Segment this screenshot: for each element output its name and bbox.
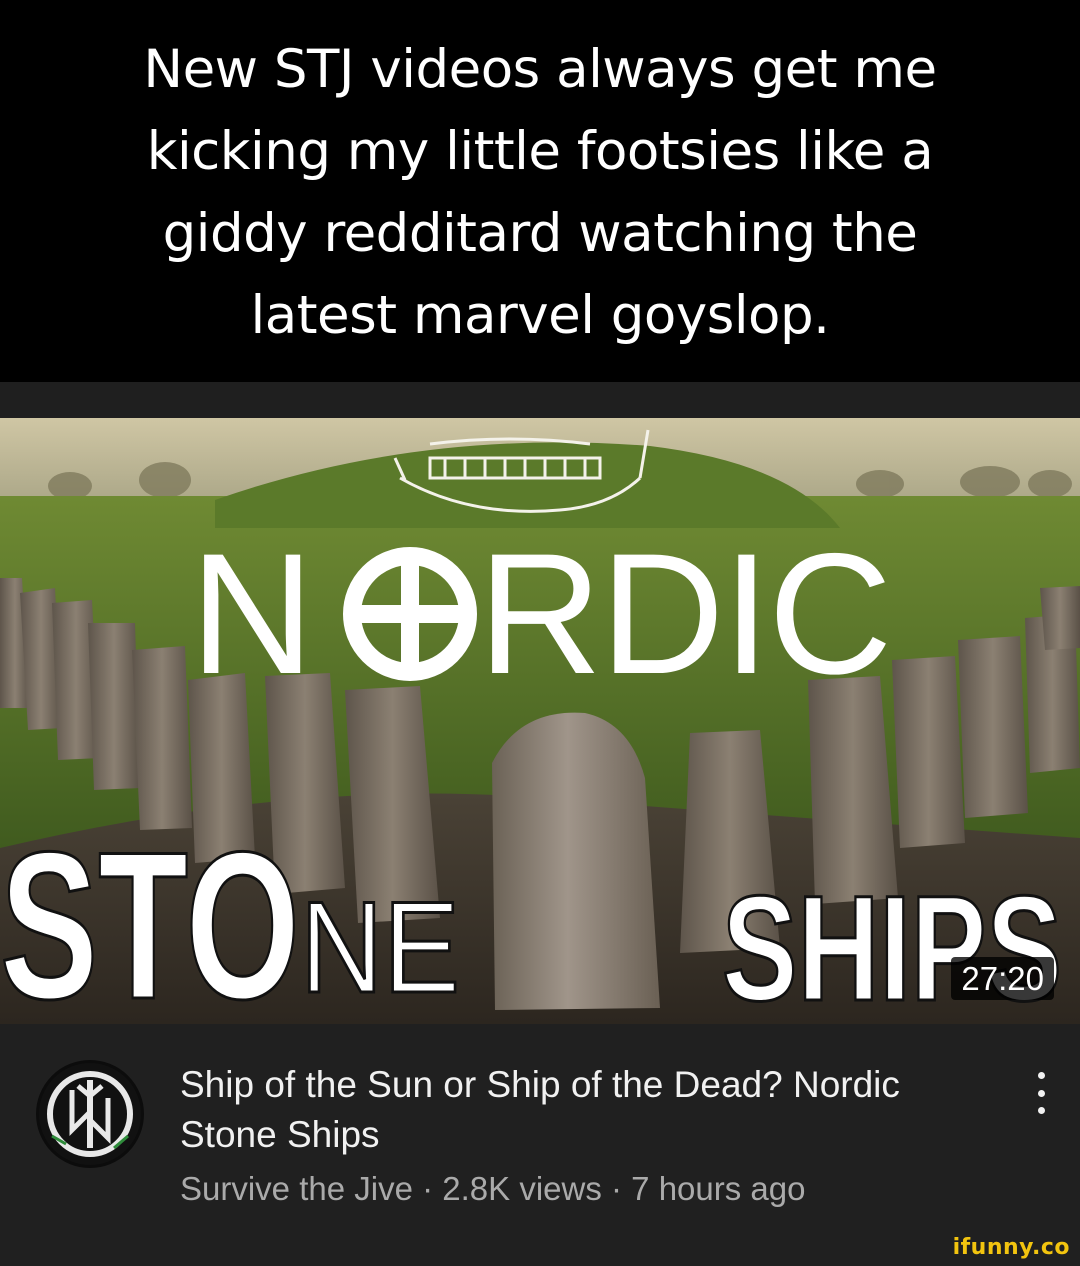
meta-separator: · [412,1170,443,1207]
svg-text:N: N [190,518,312,710]
thumbnail-title-nordic: N RDIC [190,518,892,710]
svg-text:RDIC: RDIC [478,518,890,710]
svg-text:STO: STO [0,808,300,1024]
channel-name[interactable]: Survive the Jive [180,1170,413,1207]
view-count: 2.8K views [442,1170,602,1207]
channel-avatar-rune-icon [47,1071,133,1157]
caption-line: kicking my little footsies like a [146,121,934,182]
more-vert-icon-dot [1037,1107,1045,1114]
video-title[interactable]: Ship of the Sun or Ship of the Dead? Nor… [180,1060,940,1160]
ifunny-watermark: ifunny.co [952,1235,1070,1260]
video-metadata: Survive the Jive · 2.8K views · 7 hours … [180,1170,805,1208]
upload-age: 7 hours ago [631,1170,806,1207]
meme-caption: New STJ videos always get me kicking my … [0,0,1080,382]
channel-avatar[interactable] [36,1060,144,1168]
caption-line: giddy redditard watching the [162,203,918,264]
meta-separator: · [601,1170,632,1207]
divider-bar [0,382,1080,418]
video-thumbnail[interactable]: N RDIC STO NE SHIPS 27:20 [0,418,1080,1024]
more-vert-icon [1037,1072,1045,1079]
more-options-button[interactable] [1018,1068,1064,1118]
svg-text:NE: NE [300,874,460,1020]
thumbnail-artwork: N RDIC STO NE SHIPS [0,418,1080,1024]
caption-line: latest marvel goyslop. [250,285,830,346]
duration-badge: 27:20 [951,957,1054,1000]
video-info-panel: Ship of the Sun or Ship of the Dead? Nor… [0,1024,1080,1266]
svg-text:SHIPS: SHIPS [722,864,1062,1024]
more-vert-icon-dot [1037,1089,1045,1097]
caption-line: New STJ videos always get me [143,39,937,100]
thumbnail-title-ships: SHIPS [721,863,1064,1025]
